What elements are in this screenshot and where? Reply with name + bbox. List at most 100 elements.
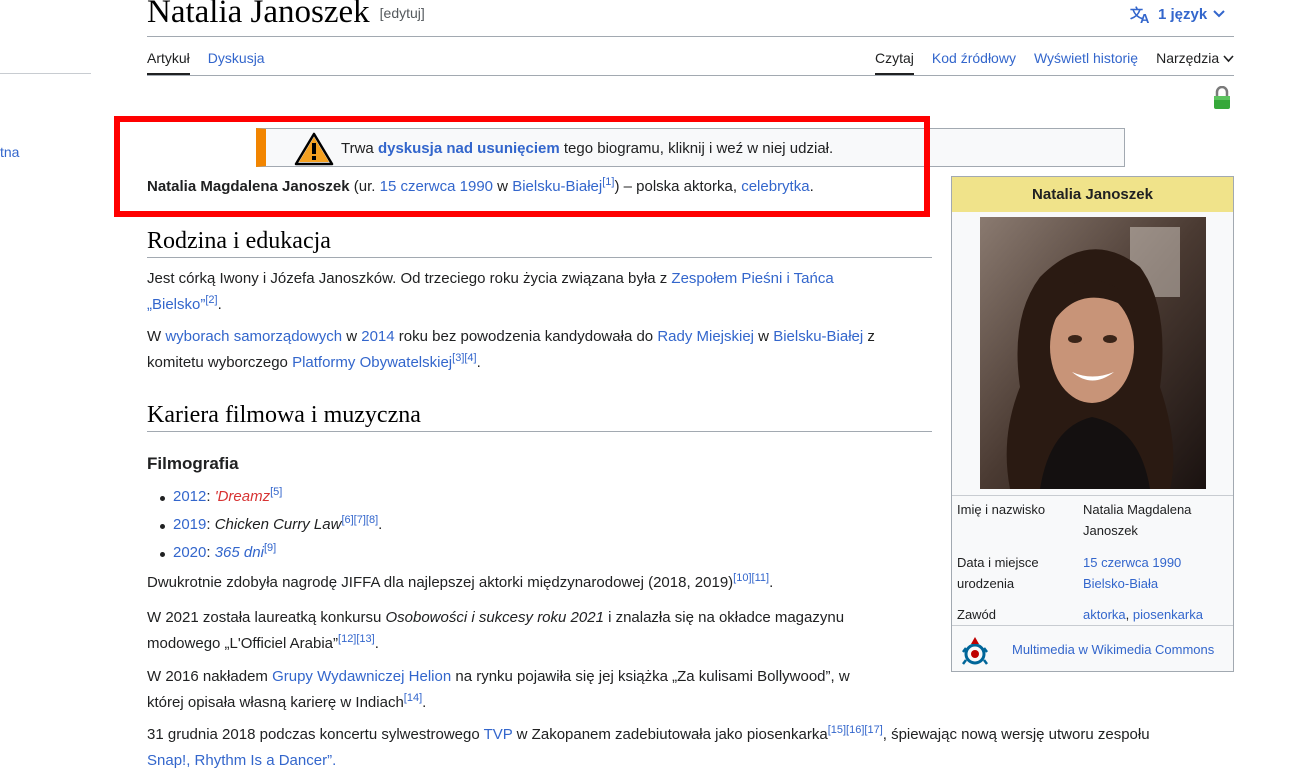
text: . [374, 635, 379, 652]
local-elections-link[interactable]: wyborach samorządowych [165, 328, 342, 345]
text: w [754, 328, 774, 345]
tab-read[interactable]: Czytaj [875, 50, 914, 75]
translate-icon: 文 A [1130, 6, 1150, 24]
subsection-heading-filmography: Filmografia [147, 454, 239, 473]
text: . [422, 694, 427, 711]
reference-link[interactable]: [4] [464, 352, 476, 364]
occupation-singer-link[interactable]: piosenkarka [1133, 607, 1203, 622]
text: modowego „L'Officiel Arabia” [147, 635, 339, 652]
text: . [769, 574, 774, 591]
reference-link[interactable]: [6][7][8] [341, 514, 378, 526]
wikimedia-commons-icon[interactable] [962, 635, 988, 667]
infobox-divider [952, 625, 1233, 626]
text: i znalazła się na okładce magazynu [603, 609, 845, 626]
infobox-title: Natalia Janoszek [952, 177, 1233, 212]
reference-link[interactable]: [9] [264, 542, 276, 554]
reference-link[interactable]: [10][11] [733, 572, 769, 584]
text: 31 grudnia 2018 podczas koncertu sylwest… [147, 726, 484, 743]
title-divider [147, 36, 1234, 37]
text: w [342, 328, 362, 345]
infobox-value-occupation: aktorka, piosenkarka [1083, 604, 1228, 625]
film-title-link[interactable]: 365 dni [215, 544, 264, 561]
film-year-link[interactable]: 2020 [173, 544, 206, 561]
list-item: 2019: Chicken Curry Law[6][7][8]. [160, 512, 382, 540]
text: . [217, 296, 222, 313]
text: . [378, 516, 383, 533]
name-line: Janoszek [1083, 523, 1138, 538]
infobox-birth-place-link[interactable]: Bielsko-Biała [1083, 576, 1158, 591]
reference-link[interactable]: [15][16][17] [828, 724, 883, 736]
infobox-label-occupation: Zawód [957, 607, 997, 622]
name-line: Natalia Magdalena [1083, 502, 1192, 517]
text: : [206, 544, 215, 561]
city-council-link[interactable]: Rady Miejskiej [657, 328, 754, 345]
reference-link[interactable]: [5] [270, 486, 282, 498]
text: Dwukrotnie zdobyła nagrodę JIFFA dla naj… [147, 574, 734, 591]
paragraph-book: W 2016 nakładem Grupy Wydawniczej Helion… [147, 664, 927, 716]
label-line: urodzenia [957, 576, 1015, 591]
filmography-list: 2012: 'Dreamz[5] 2019: Chicken Curry Law… [160, 484, 382, 568]
infobox-label-birth: Data i miejsce urodzenia [957, 552, 1072, 594]
tab-article[interactable]: Artykuł [147, 50, 190, 75]
text: . [476, 354, 481, 371]
reference-link[interactable]: [14] [404, 692, 422, 704]
ensemble-link[interactable]: Zespołem Pieśni i Tańca [671, 270, 833, 287]
section-heading-family: Rodzina i edukacja [147, 228, 932, 258]
reference-link[interactable]: [3] [452, 352, 464, 364]
tab-tools[interactable]: Narzędzia [1156, 50, 1234, 73]
text: , śpiewając nową wersję utworu zespołu [882, 726, 1150, 743]
song-link[interactable]: Snap!, Rhythm Is a Dancer”. [147, 752, 336, 769]
tab-view-source[interactable]: Kod źródłowy [932, 50, 1016, 73]
svg-text:A: A [1140, 11, 1150, 24]
edit-title-link[interactable]: [edytuj] [380, 5, 425, 21]
civic-platform-link[interactable]: Platformy Obywatelskiej [292, 354, 452, 371]
lock-icon[interactable] [1212, 86, 1232, 110]
tvp-link[interactable]: TVP [484, 726, 513, 743]
view-tabs: Czytaj Kod źródłowy Wyświetl historię Na… [875, 50, 1234, 75]
paragraph-family: Jest córką Iwony i Józefa Janoszków. Od … [147, 266, 927, 318]
infobox-birth-date-link[interactable]: 15 czerwca 1990 [1083, 555, 1181, 570]
text: roku bez powodzenia kandydowała do [394, 328, 658, 345]
chevron-down-icon [1223, 55, 1234, 63]
film-year-link[interactable]: 2012 [173, 488, 206, 505]
paragraph-elections: W wyborach samorządowych w 2014 roku bez… [147, 324, 927, 376]
highlight-box [114, 116, 930, 217]
film-title: Chicken Curry Law [214, 516, 342, 533]
section-heading-career: Kariera filmowa i muzyczna [147, 402, 932, 432]
label-line: Data i miejsce [957, 555, 1039, 570]
text: W 2016 nakładem [147, 668, 273, 685]
infobox-divider [952, 495, 1233, 496]
text: : [206, 516, 215, 533]
chevron-down-icon [1213, 10, 1225, 18]
year-2014-link[interactable]: 2014 [361, 328, 394, 345]
portrait-photo[interactable] [980, 217, 1206, 489]
tabs-divider [147, 75, 1234, 76]
infobox-value-birth: 15 czerwca 1990 Bielsko-Biała [1083, 552, 1228, 594]
reference-link[interactable]: [2] [205, 294, 217, 306]
portrait-image [980, 217, 1206, 489]
occupation-actress-link[interactable]: aktorka [1083, 607, 1126, 622]
namespace-tabs: Artykuł Dyskusja [147, 50, 265, 75]
text: w Zakopanem zadebiutowała jako piosenkar… [512, 726, 828, 743]
bielsko-biala-link[interactable]: Bielsku-Białej [773, 328, 863, 345]
tab-discussion[interactable]: Dyskusja [208, 50, 265, 73]
text: której opisała własną karierę w Indiach [147, 694, 404, 711]
page-title-text: Natalia Janoszek [147, 0, 370, 30]
language-selector[interactable]: 文 A 1 język [1130, 4, 1225, 24]
list-item: 2012: 'Dreamz[5] [160, 484, 382, 512]
text: z [863, 328, 875, 345]
tools-label: Narzędzia [1156, 50, 1220, 66]
reference-link[interactable]: [12][13] [338, 633, 375, 645]
sidebar-link-partial[interactable]: tna [0, 144, 19, 160]
text: W [147, 328, 166, 345]
commons-link[interactable]: Multimedia w Wikimedia Commons [1012, 642, 1214, 657]
film-year-link[interactable]: 2019 [173, 516, 206, 533]
page-title: Natalia Janoszek [edytuj] [147, 0, 425, 31]
tab-history[interactable]: Wyświetl historię [1034, 50, 1138, 73]
list-item: 2020: 365 dni[9] [160, 540, 382, 568]
text: na rynku pojawiła się jej książka „Za ku… [451, 668, 850, 685]
publisher-link[interactable]: Grupy Wydawniczej Helion [272, 668, 451, 685]
ensemble-name-link[interactable]: „Bielsko” [147, 296, 205, 313]
film-title: 365 dni [214, 544, 264, 561]
film-title-link[interactable]: 'Dreamz [215, 488, 270, 505]
